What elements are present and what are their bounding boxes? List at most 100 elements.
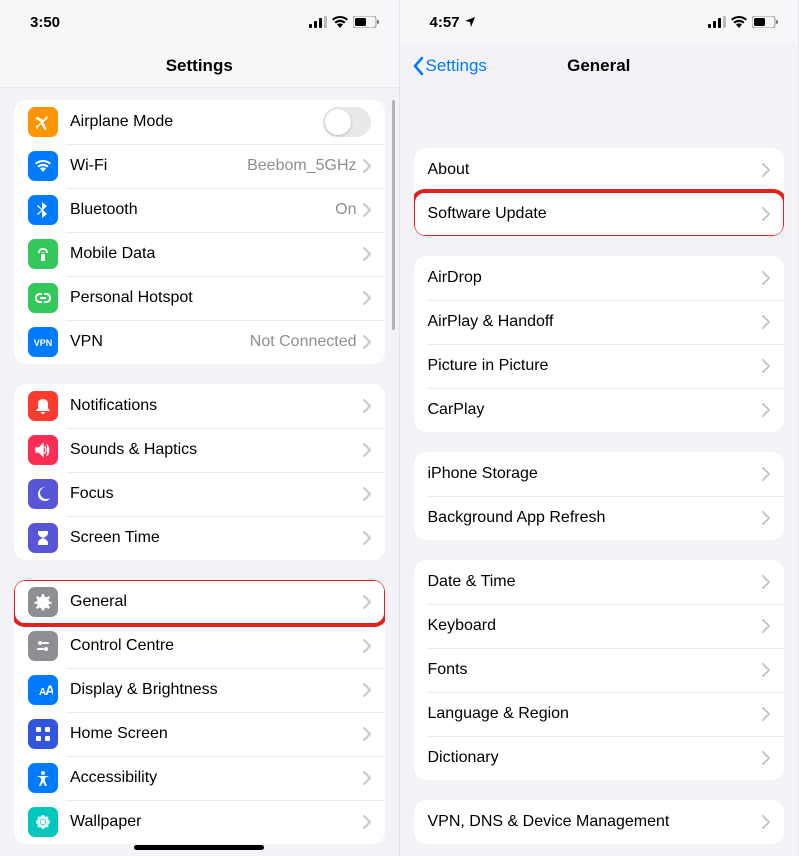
chevron-right-icon	[762, 751, 770, 765]
row-label: Dictionary	[428, 749, 763, 767]
status-indicators	[309, 16, 379, 28]
settings-group: Airplane ModeWi-FiBeebom_5GHzBluetoothOn…	[14, 100, 385, 364]
textsize-icon: AA	[28, 675, 58, 705]
svg-text:VPN: VPN	[34, 338, 53, 348]
chevron-right-icon	[363, 487, 371, 501]
row-label: AirPlay & Handoff	[428, 313, 763, 331]
row-wi-fi[interactable]: Wi-FiBeebom_5GHz	[14, 144, 385, 188]
general-screen: 4:57 Settings General About Software Upda…	[400, 0, 799, 856]
row-label: Wi-Fi	[70, 157, 247, 175]
airplane-icon	[28, 107, 58, 137]
row-label: Mobile Data	[70, 245, 363, 263]
row-dictionary[interactable]: Dictionary	[414, 736, 785, 780]
row-display-brightness[interactable]: AA Display & Brightness	[14, 668, 385, 712]
row-picture-in-picture[interactable]: Picture in Picture	[414, 344, 785, 388]
row-label: CarPlay	[428, 401, 763, 419]
row-label: Background App Refresh	[428, 509, 763, 527]
home-indicator[interactable]	[134, 845, 264, 850]
row-label: Picture in Picture	[428, 357, 763, 375]
toggle-switch[interactable]	[323, 107, 371, 137]
row-about[interactable]: About	[414, 148, 785, 192]
row-vpn-dns-device-management[interactable]: VPN, DNS & Device Management	[414, 800, 785, 844]
row-airplane-mode[interactable]: Airplane Mode	[14, 100, 385, 144]
row-value: On	[335, 201, 356, 219]
row-carplay[interactable]: CarPlay	[414, 388, 785, 432]
vpn-icon: VPN	[28, 327, 58, 357]
row-value: Beebom_5GHz	[247, 157, 356, 175]
chevron-right-icon	[762, 403, 770, 417]
row-control-centre[interactable]: Control Centre	[14, 624, 385, 668]
chevron-right-icon	[363, 247, 371, 261]
page-title: General	[567, 56, 630, 76]
row-iphone-storage[interactable]: iPhone Storage	[414, 452, 785, 496]
nav-bar: Settings	[0, 44, 399, 88]
row-personal-hotspot[interactable]: Personal Hotspot	[14, 276, 385, 320]
page-title: Settings	[166, 56, 233, 76]
chevron-right-icon	[363, 159, 371, 173]
row-language-region[interactable]: Language & Region	[414, 692, 785, 736]
chevron-right-icon	[363, 727, 371, 741]
settings-group: Date & Time Keyboard Fonts Language & Regio…	[414, 560, 785, 780]
link-icon	[28, 283, 58, 313]
row-label: Fonts	[428, 661, 763, 679]
chevron-right-icon	[762, 315, 770, 329]
chevron-right-icon	[363, 771, 371, 785]
row-label: Bluetooth	[70, 201, 335, 219]
grid-icon	[28, 719, 58, 749]
row-home-screen[interactable]: Home Screen	[14, 712, 385, 756]
row-keyboard[interactable]: Keyboard	[414, 604, 785, 648]
row-label: Keyboard	[428, 617, 763, 635]
wifi-status-icon	[731, 16, 747, 28]
row-label: VPN, DNS & Device Management	[428, 813, 763, 831]
row-label: Notifications	[70, 397, 363, 415]
status-time: 3:50	[30, 14, 60, 31]
row-focus[interactable]: Focus	[14, 472, 385, 516]
row-mobile-data[interactable]: Mobile Data	[14, 232, 385, 276]
svg-text:A: A	[45, 682, 53, 698]
chevron-right-icon	[363, 639, 371, 653]
row-sounds-haptics[interactable]: Sounds & Haptics	[14, 428, 385, 472]
settings-group: About Software Update	[414, 148, 785, 236]
settings-group: VPN, DNS & Device Management	[414, 800, 785, 844]
location-icon	[464, 16, 476, 28]
row-label: Accessibility	[70, 769, 363, 787]
row-airdrop[interactable]: AirDrop	[414, 256, 785, 300]
row-airplay-handoff[interactable]: AirPlay & Handoff	[414, 300, 785, 344]
chevron-right-icon	[762, 467, 770, 481]
chevron-right-icon	[363, 399, 371, 413]
chevron-right-icon	[762, 271, 770, 285]
row-label: Airplane Mode	[70, 113, 323, 131]
row-general[interactable]: General	[14, 580, 385, 624]
chevron-left-icon	[412, 56, 424, 76]
row-label: Date & Time	[428, 573, 763, 591]
chevron-right-icon	[762, 207, 770, 221]
row-label: Display & Brightness	[70, 681, 363, 699]
chevron-right-icon	[762, 511, 770, 525]
row-label: Screen Time	[70, 529, 363, 547]
row-bluetooth[interactable]: BluetoothOn	[14, 188, 385, 232]
row-label: iPhone Storage	[428, 465, 763, 483]
wifi-status-icon	[332, 16, 348, 28]
wifi-icon	[28, 151, 58, 181]
chevron-right-icon	[363, 815, 371, 829]
row-wallpaper[interactable]: Wallpaper	[14, 800, 385, 844]
row-accessibility[interactable]: Accessibility	[14, 756, 385, 800]
row-notifications[interactable]: Notifications	[14, 384, 385, 428]
moon-icon	[28, 479, 58, 509]
row-background-app-refresh[interactable]: Background App Refresh	[414, 496, 785, 540]
back-button[interactable]: Settings	[412, 56, 487, 76]
row-label: Home Screen	[70, 725, 363, 743]
status-time: 4:57	[430, 14, 460, 31]
row-label: About	[428, 161, 763, 179]
row-fonts[interactable]: Fonts	[414, 648, 785, 692]
row-date-time[interactable]: Date & Time	[414, 560, 785, 604]
status-bar: 3:50	[0, 0, 399, 44]
bluetooth-icon	[28, 195, 58, 225]
row-screen-time[interactable]: Screen Time	[14, 516, 385, 560]
row-vpn[interactable]: VPNVPNNot Connected	[14, 320, 385, 364]
back-label: Settings	[426, 56, 487, 76]
row-value: Not Connected	[250, 333, 357, 351]
row-software-update[interactable]: Software Update	[414, 192, 785, 236]
chevron-right-icon	[762, 663, 770, 677]
row-label: Sounds & Haptics	[70, 441, 363, 459]
